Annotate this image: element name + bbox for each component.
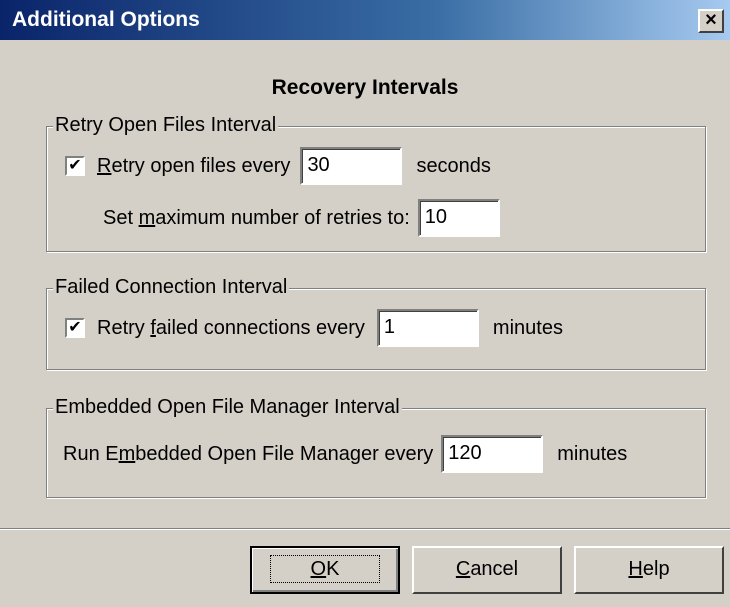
- open-file-manager-unit: minutes: [557, 442, 628, 465]
- open-file-manager-label: Run Embedded Open File Manager every: [63, 442, 434, 465]
- failed-connection-legend: Failed Connection Interval: [53, 276, 290, 299]
- checkmark-icon: ✔: [68, 157, 82, 174]
- max-retries-row: Set maximum number of retries to: 10: [103, 199, 500, 237]
- failed-connection-group: Failed Connection Interval ✔ Retry faile…: [46, 276, 706, 370]
- button-separator: [0, 528, 730, 530]
- help-button-label: Help: [628, 558, 670, 580]
- open-file-manager-interval-input[interactable]: 120: [441, 435, 544, 473]
- retry-open-files-unit: seconds: [416, 154, 491, 177]
- close-icon: ×: [705, 9, 717, 31]
- retry-open-files-group: Retry Open Files Interval ✔ Retry open f…: [46, 114, 706, 252]
- failed-connection-unit: minutes: [492, 316, 563, 339]
- ok-button[interactable]: OK: [250, 546, 400, 594]
- max-retries-label: Set maximum number of retries to:: [103, 206, 410, 229]
- max-retries-input[interactable]: 10: [417, 199, 500, 237]
- retry-open-files-checkbox[interactable]: ✔: [65, 156, 85, 176]
- ok-button-label: OK: [269, 555, 381, 583]
- cancel-button-label: Cancel: [455, 558, 519, 580]
- open-file-manager-row: Run Embedded Open File Manager every 120…: [63, 435, 627, 473]
- title-bar[interactable]: Additional Options ×: [0, 0, 730, 40]
- open-file-manager-group: Embedded Open File Manager Interval Run …: [46, 396, 706, 498]
- retry-open-files-row: ✔ Retry open files every 30 seconds: [65, 147, 491, 185]
- retry-open-files-interval-input[interactable]: 30: [300, 147, 403, 185]
- failed-connection-checkbox[interactable]: ✔: [65, 318, 85, 338]
- failed-connection-label: Retry failed connections every: [97, 316, 365, 339]
- retry-open-files-legend: Retry Open Files Interval: [53, 114, 279, 137]
- retry-open-files-label: Retry open files every: [97, 154, 291, 177]
- checkmark-icon: ✔: [68, 319, 82, 336]
- section-heading: Recovery Intervals: [271, 76, 459, 99]
- window-title: Additional Options: [12, 8, 200, 31]
- open-file-manager-legend: Embedded Open File Manager Interval: [53, 396, 402, 419]
- close-button[interactable]: ×: [698, 9, 724, 33]
- help-button[interactable]: Help: [574, 546, 724, 594]
- cancel-button[interactable]: Cancel: [412, 546, 562, 594]
- failed-connection-interval-input[interactable]: 1: [376, 309, 479, 347]
- failed-connection-row: ✔ Retry failed connections every 1 minut…: [65, 309, 563, 347]
